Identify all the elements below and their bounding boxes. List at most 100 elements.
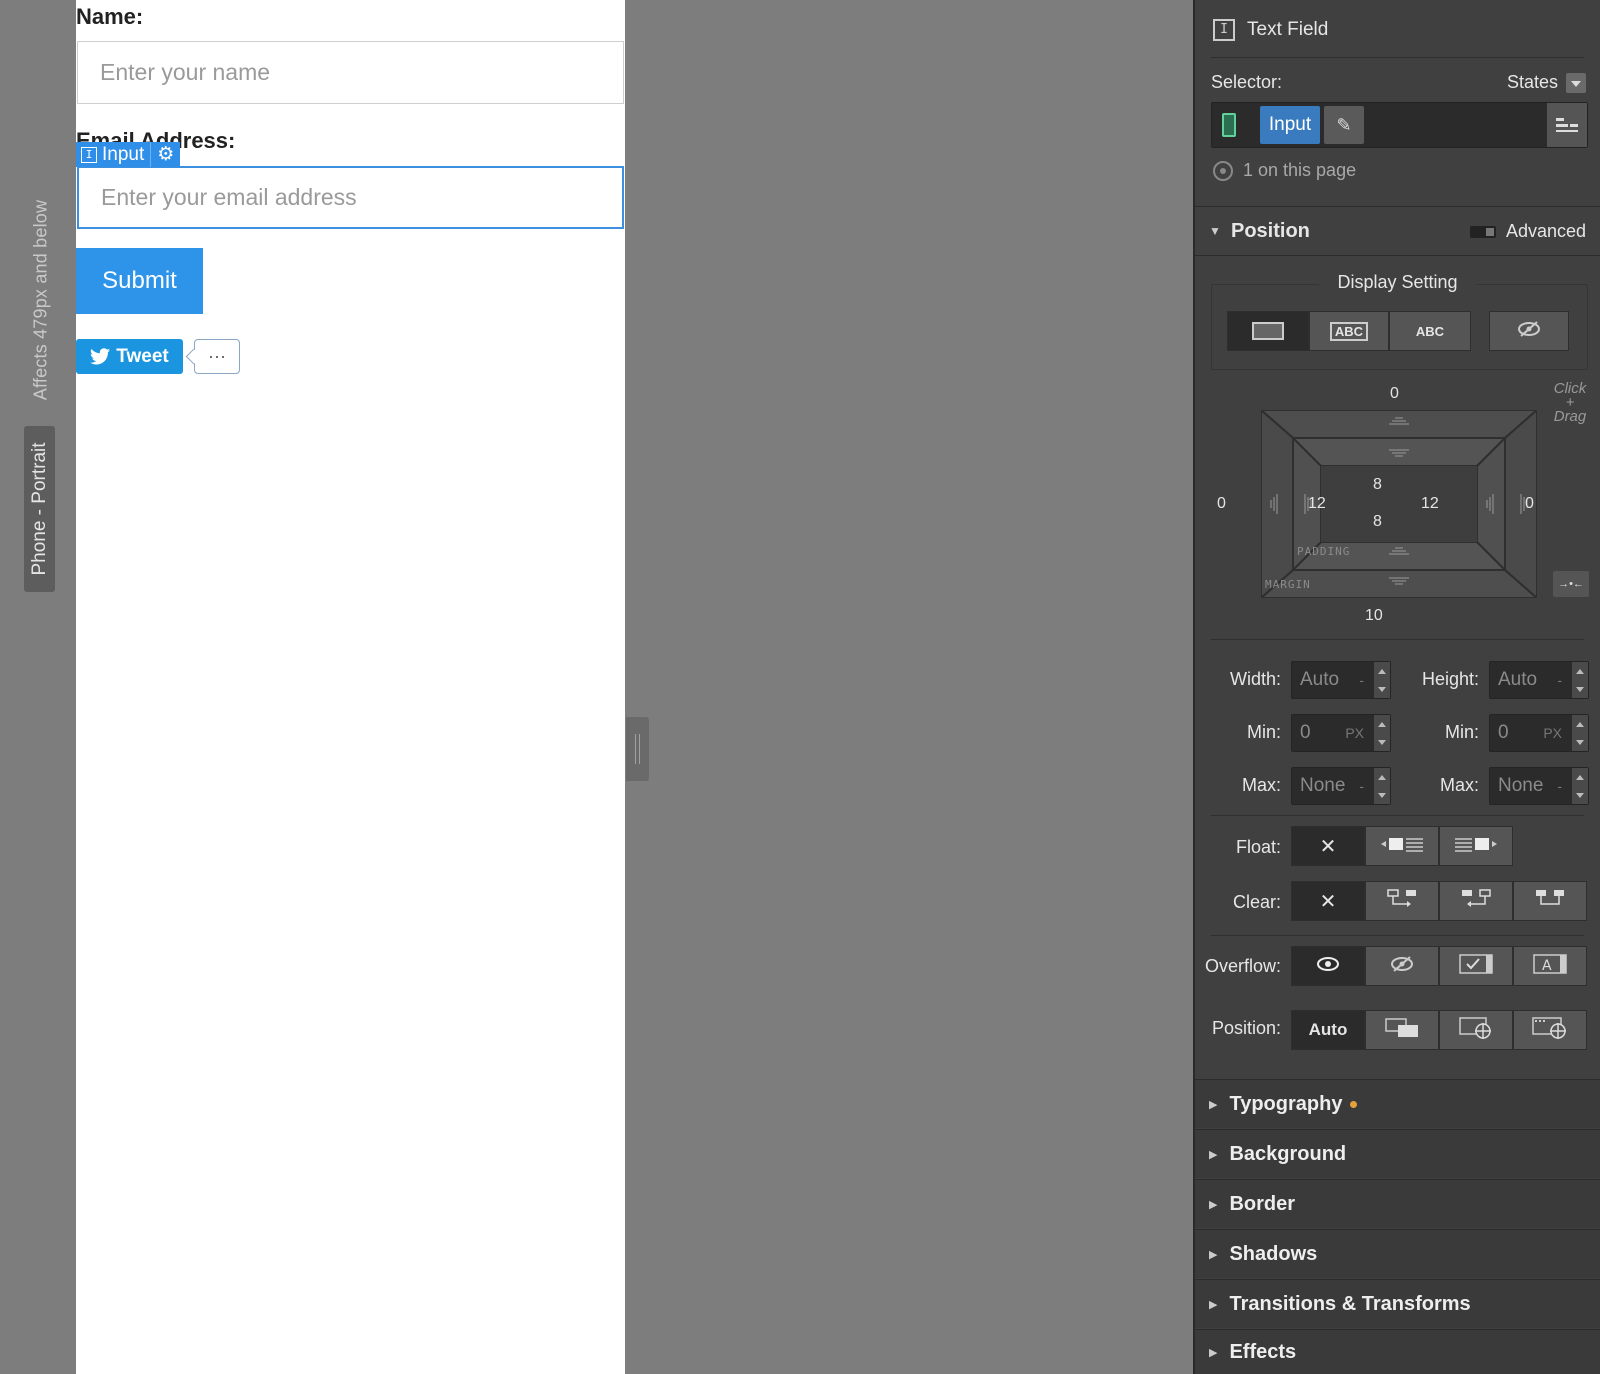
tweet-label: Tweet <box>116 345 169 367</box>
float-none-button[interactable]: ✕ <box>1291 826 1365 866</box>
height-input[interactable]: Auto - <box>1489 661 1589 699</box>
svg-text:A: A <box>1542 958 1552 974</box>
padding-top-value[interactable]: 8 <box>1373 476 1382 494</box>
max-height-stepper[interactable] <box>1572 768 1588 804</box>
position-absolute-button[interactable] <box>1439 1010 1513 1050</box>
modified-indicator <box>1350 1100 1358 1108</box>
overflow-hidden-button[interactable] <box>1365 946 1439 986</box>
max-width-stepper[interactable] <box>1374 768 1390 804</box>
position-relative-icon <box>1385 1018 1419 1042</box>
padding-left-value[interactable]: 12 <box>1308 495 1326 513</box>
gear-icon[interactable]: ⚙ <box>150 142 180 167</box>
clear-left-button[interactable] <box>1365 881 1439 921</box>
margin-collapse-button[interactable]: →•← <box>1553 571 1589 597</box>
selector-field[interactable]: Input ✎ <box>1211 102 1588 148</box>
position-relative-button[interactable] <box>1365 1010 1439 1050</box>
badge-element-name[interactable]: I Input <box>76 142 150 167</box>
email-input[interactable]: Enter your email address <box>77 166 624 229</box>
section-shadows[interactable]: ▶ Shadows <box>1195 1229 1600 1278</box>
margin-top-value[interactable]: 0 <box>1390 385 1399 403</box>
section-typography-title: Typography <box>1229 1092 1343 1115</box>
breakpoint-affects-text: Affects 479px and below <box>30 199 51 401</box>
clear-none-button[interactable]: ✕ <box>1291 881 1365 921</box>
target-icon <box>1213 160 1233 181</box>
position-buttons: Auto <box>1291 1010 1587 1050</box>
chevron-down-icon[interactable] <box>1566 72 1586 93</box>
selected-element-badge[interactable]: I Input ⚙ <box>76 142 181 167</box>
clear-right-button[interactable] <box>1439 881 1513 921</box>
width-stepper[interactable] <box>1374 662 1390 698</box>
min-height-value: 0 <box>1498 722 1509 743</box>
states-label: States <box>1506 72 1558 92</box>
caret-down-icon: ▼ <box>1209 224 1221 238</box>
position-fixed-button[interactable] <box>1513 1010 1587 1050</box>
canvas-resize-handle[interactable] <box>626 717 649 781</box>
toggle-switch[interactable] <box>1469 225 1496 238</box>
advanced-toggle[interactable]: Advanced <box>1469 221 1586 242</box>
clear-both-button[interactable] <box>1513 881 1587 921</box>
max-width-unit[interactable]: - <box>1359 778 1364 794</box>
min-height-input[interactable]: 0 PX <box>1489 714 1589 752</box>
device-tab-phone-portrait[interactable]: Phone - Portrait <box>24 426 55 592</box>
position-section-header[interactable]: ▼ Position Advanced <box>1195 206 1600 256</box>
selector-row: Selector: States <box>1211 72 1586 93</box>
min-width-input[interactable]: 0 PX <box>1291 714 1391 752</box>
name-label[interactable]: Name: <box>76 4 143 30</box>
section-shadows-title: Shadows <box>1229 1242 1318 1265</box>
eye-slash-icon <box>1517 321 1541 341</box>
section-background[interactable]: ▶ Background <box>1195 1129 1600 1178</box>
margin-right-value[interactable]: 0 <box>1525 495 1534 513</box>
max-width-input[interactable]: None - <box>1291 767 1391 805</box>
divider <box>1211 57 1584 58</box>
height-unit[interactable]: - <box>1557 672 1562 688</box>
display-inline-button[interactable]: ABC <box>1389 311 1471 351</box>
min-height-unit[interactable]: PX <box>1543 725 1562 741</box>
position-label: Position: <box>1211 1018 1281 1038</box>
section-effects[interactable]: ▶ Effects <box>1195 1329 1600 1374</box>
overflow-buttons: A <box>1291 946 1587 986</box>
pencil-icon[interactable]: ✎ <box>1324 106 1364 144</box>
divider <box>1211 935 1584 936</box>
section-typography[interactable]: ▶ Typography <box>1195 1079 1600 1128</box>
submit-button[interactable]: Submit <box>76 248 203 314</box>
tweet-count-bubble[interactable]: ··· <box>194 339 240 374</box>
width-input[interactable]: Auto - <box>1291 661 1391 699</box>
display-inline-block-button[interactable]: ABC <box>1309 311 1389 351</box>
section-border-title: Border <box>1229 1192 1296 1215</box>
overflow-auto-button[interactable]: A <box>1513 946 1587 986</box>
margin-label: MARGIN <box>1265 578 1311 591</box>
float-right-button[interactable] <box>1439 826 1513 866</box>
inline-icon: ABC <box>1415 323 1445 339</box>
min-height-stepper[interactable] <box>1572 715 1588 751</box>
margin-left-value[interactable]: 0 <box>1217 495 1226 513</box>
states-dropdown[interactable]: States <box>1507 72 1586 93</box>
min-width-unit[interactable]: PX <box>1345 725 1364 741</box>
selector-list-icon[interactable] <box>1547 103 1587 147</box>
height-stepper[interactable] <box>1572 662 1588 698</box>
overflow-visible-button[interactable] <box>1291 946 1365 986</box>
float-left-button[interactable] <box>1365 826 1439 866</box>
max-height-input[interactable]: None - <box>1489 767 1589 805</box>
click-drag-hint: Click + Drag <box>1553 380 1587 425</box>
margin-bottom-value[interactable]: 10 <box>1365 607 1383 625</box>
section-border[interactable]: ▶ Border <box>1195 1179 1600 1228</box>
divider <box>1211 815 1584 816</box>
display-none-button[interactable] <box>1489 311 1569 351</box>
min-width-stepper[interactable] <box>1374 715 1390 751</box>
padding-bottom-value[interactable]: 8 <box>1373 513 1382 531</box>
tweet-button[interactable]: Tweet <box>76 339 183 374</box>
max-width-value: None <box>1300 775 1346 796</box>
display-block-button[interactable] <box>1227 311 1309 351</box>
max-height-unit[interactable]: - <box>1557 778 1562 794</box>
box-model-editor[interactable] <box>1258 407 1540 601</box>
advanced-label: Advanced <box>1505 221 1586 241</box>
overflow-scroll-button[interactable] <box>1439 946 1513 986</box>
section-transitions[interactable]: ▶ Transitions & Transforms <box>1195 1279 1600 1328</box>
name-input[interactable]: Enter your name <box>77 41 624 104</box>
padding-right-value[interactable]: 12 <box>1421 495 1439 513</box>
section-transitions-title: Transitions & Transforms <box>1229 1292 1471 1315</box>
selector-tag-input[interactable]: Input <box>1260 106 1320 144</box>
float-label: Float: <box>1235 837 1281 857</box>
position-auto-button[interactable]: Auto <box>1291 1010 1365 1050</box>
width-unit[interactable]: - <box>1359 672 1364 688</box>
